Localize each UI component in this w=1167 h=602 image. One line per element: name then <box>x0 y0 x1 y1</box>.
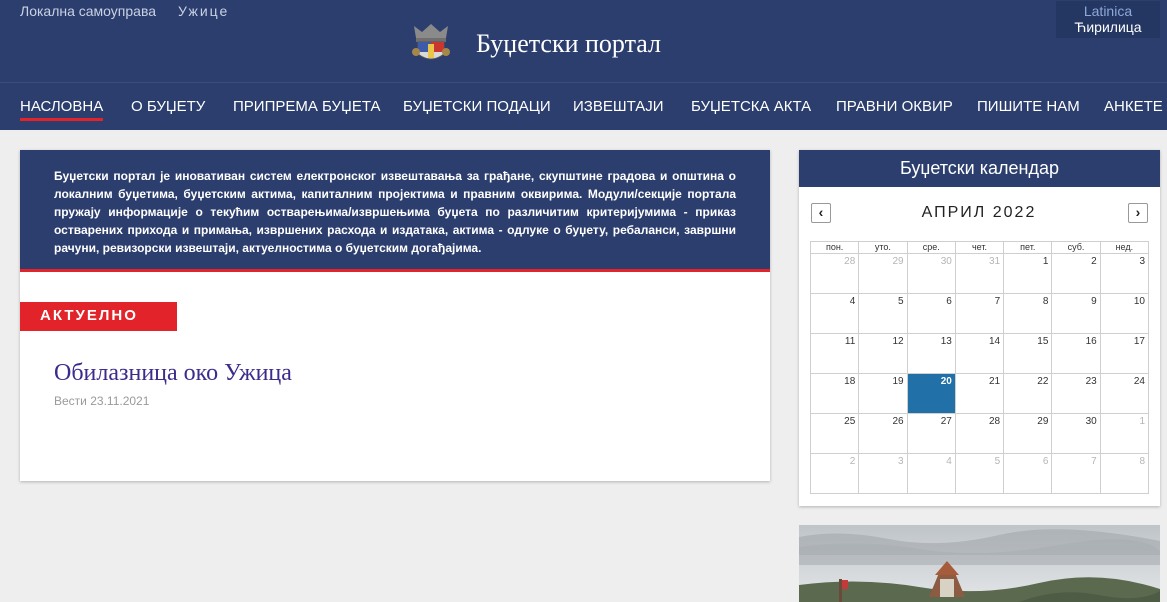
calendar-day[interactable]: 23 <box>1051 373 1101 414</box>
city-photo <box>799 525 1160 602</box>
calendar-day[interactable]: 12 <box>858 333 908 374</box>
top-link-uzice[interactable]: Ужице <box>178 3 229 19</box>
site-title: Буџетски портал <box>476 29 661 58</box>
calendar-day[interactable]: 2 <box>1051 253 1101 294</box>
calendar-day[interactable]: 22 <box>1003 373 1053 414</box>
coat-of-arms-logo <box>412 24 450 60</box>
calendar-day[interactable]: 13 <box>906 333 956 374</box>
nav-item-home[interactable]: НАСЛОВНА <box>20 98 104 121</box>
calendar-week-row: 11 12 13 14 15 16 17 <box>809 333 1150 374</box>
calendar-day[interactable]: 10 <box>1099 293 1150 334</box>
calendar-week-row: 18 19 20 21 22 23 24 <box>809 373 1150 414</box>
nav-item-budget-preparation[interactable]: ПРИПРЕМА БУЏЕТА <box>233 98 381 115</box>
news-date: 23.11.2021 <box>90 394 150 408</box>
calendar-day[interactable]: 1 <box>1003 253 1053 294</box>
calendar-day[interactable]: 17 <box>1099 333 1150 374</box>
main-nav: НАСЛОВНА О БУЏЕТУ ПРИПРЕМА БУЏЕТА БУЏЕТС… <box>0 82 1167 130</box>
intro-card: Буџетски портал је иновативан систем еле… <box>20 150 770 481</box>
calendar-day[interactable]: 19 <box>858 373 908 414</box>
calendar-day[interactable]: 31 <box>954 253 1005 294</box>
calendar-day[interactable]: 18 <box>809 373 860 414</box>
brand[interactable]: Буџетски портал <box>410 22 661 66</box>
calendar-next-button[interactable]: › <box>1128 203 1148 223</box>
news-category: Вести <box>54 394 87 408</box>
weekday-wed: сре. <box>906 241 956 254</box>
calendar-heading: Буџетски календар <box>799 150 1160 187</box>
calendar-day[interactable]: 2 <box>809 453 860 494</box>
calendar-day[interactable]: 7 <box>1051 453 1101 494</box>
calendar-day[interactable]: 15 <box>1003 333 1053 374</box>
calendar-day[interactable]: 4 <box>906 453 956 494</box>
nav-item-contact[interactable]: ПИШИТЕ НАМ <box>977 98 1080 115</box>
calendar-day[interactable]: 26 <box>858 413 908 454</box>
weekday-tue: уто. <box>858 241 908 254</box>
intro-text: Буџетски портал је иновативан систем еле… <box>54 169 736 255</box>
nav-item-budget-acts[interactable]: БУЏЕТСКА АКТА <box>691 98 811 115</box>
section-badge-news: АКТУЕЛНО <box>20 302 177 331</box>
calendar-day[interactable]: 6 <box>1003 453 1053 494</box>
calendar-day[interactable]: 1 <box>1099 413 1150 454</box>
nav-item-reports[interactable]: ИЗВЕШТАЈИ <box>573 98 664 115</box>
nav-item-legal-framework[interactable]: ПРАВНИ ОКВИР <box>836 98 953 115</box>
calendar-week-row: 28 29 30 31 1 2 3 <box>809 253 1150 294</box>
calendar-week-row: 25 26 27 28 29 30 1 <box>809 413 1150 454</box>
calendar-day[interactable]: 28 <box>809 253 860 294</box>
news-meta: Вести 23.11.2021 <box>54 394 149 408</box>
budget-calendar: Буџетски календар ‹ АПРИЛ 2022 › пон. ут… <box>799 150 1160 506</box>
calendar-day[interactable]: 30 <box>906 253 956 294</box>
calendar-day[interactable]: 30 <box>1051 413 1101 454</box>
calendar-day[interactable]: 21 <box>954 373 1005 414</box>
calendar-day[interactable]: 3 <box>1099 253 1150 294</box>
fortress-photo-image <box>799 525 1160 602</box>
nav-item-budget-data[interactable]: БУЏЕТСКИ ПОДАЦИ <box>403 98 551 115</box>
top-links: Локална самоуправа Ужице <box>20 3 229 19</box>
calendar-day[interactable]: 25 <box>809 413 860 454</box>
calendar-day[interactable]: 9 <box>1051 293 1101 334</box>
calendar-day[interactable]: 29 <box>858 253 908 294</box>
calendar-week-row: 2345678 <box>809 453 1150 494</box>
calendar-day[interactable]: 24 <box>1099 373 1150 414</box>
lang-latin[interactable]: Latinica <box>1056 3 1160 19</box>
calendar-day[interactable]: 8 <box>1099 453 1150 494</box>
top-link-local-government[interactable]: Локална самоуправа <box>20 3 156 19</box>
calendar-day[interactable]: 5 <box>858 293 908 334</box>
calendar-day[interactable]: 8 <box>1003 293 1053 334</box>
calendar-day[interactable]: 4 <box>809 293 860 334</box>
weekday-sun: нед. <box>1099 241 1150 254</box>
weekday-sat: суб. <box>1051 241 1101 254</box>
calendar-day[interactable]: 5 <box>954 453 1005 494</box>
lang-cyrillic[interactable]: Ћирилица <box>1056 19 1160 35</box>
news-title-link[interactable]: Обилазница око Ужица <box>54 360 292 387</box>
nav-item-about-budget[interactable]: О БУЏЕТУ <box>131 98 205 115</box>
calendar-weekday-row: пон. уто. сре. чет. пет. суб. нед. <box>809 241 1150 254</box>
calendar-day[interactable]: 29 <box>1003 413 1053 454</box>
calendar-month-label: АПРИЛ 2022 <box>921 204 1037 221</box>
weekday-mon: пон. <box>809 241 860 254</box>
nav-item-surveys[interactable]: АНКЕТЕ <box>1104 98 1163 115</box>
weekday-fri: пет. <box>1003 241 1053 254</box>
calendar-week-row: 4 5 6 7 8 9 10 <box>809 293 1150 334</box>
calendar-day[interactable]: 16 <box>1051 333 1101 374</box>
calendar-day[interactable]: 6 <box>906 293 956 334</box>
weekday-thu: чет. <box>954 241 1005 254</box>
language-switcher: Latinica Ћирилица <box>1056 1 1160 38</box>
calendar-day-today[interactable]: 20 <box>906 373 956 414</box>
calendar-day[interactable]: 3 <box>858 453 908 494</box>
calendar-grid: пон. уто. сре. чет. пет. суб. нед. 28 29 3… <box>809 241 1150 494</box>
calendar-day[interactable]: 11 <box>809 333 860 374</box>
calendar-prev-button[interactable]: ‹ <box>811 203 831 223</box>
calendar-day[interactable]: 27 <box>906 413 956 454</box>
calendar-day[interactable]: 14 <box>954 333 1005 374</box>
calendar-body: 28 29 30 31 1 2 3 4 5 6 7 8 9 10 11 12 13 14 15 16 17 18 19 20 2… <box>809 253 1150 494</box>
intro-panel: Буџетски портал је иновативан систем еле… <box>20 150 770 272</box>
site-header: Локална самоуправа Ужице Буџетски портал… <box>0 0 1167 82</box>
calendar-day[interactable]: 7 <box>954 293 1005 334</box>
calendar-day[interactable]: 28 <box>954 413 1005 454</box>
